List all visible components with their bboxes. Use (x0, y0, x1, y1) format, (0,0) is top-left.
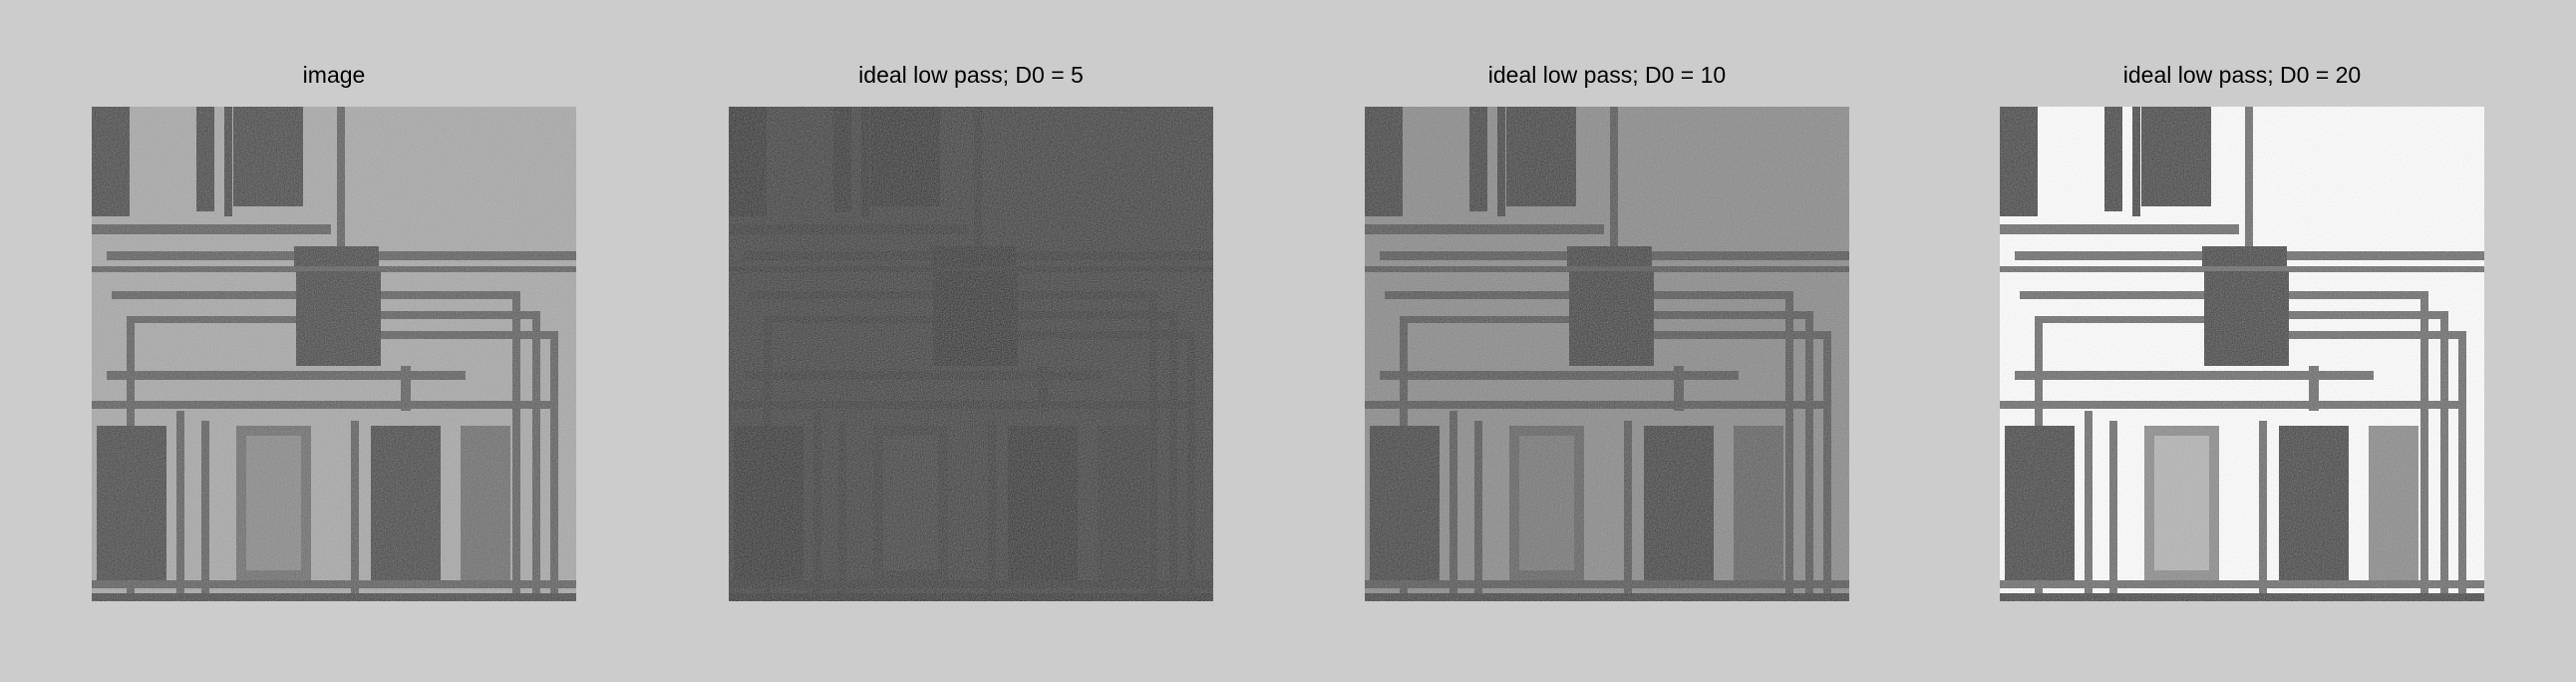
panel-title: ideal low pass; D0 = 20 (2122, 62, 2362, 88)
panel-title: ideal low pass; D0 = 10 (1487, 62, 1727, 88)
circuit-image-lowpass-d0-20 (2000, 107, 2484, 601)
circuit-image-lowpass-d0-5 (729, 107, 1213, 601)
panel-lowpass-d0-20: ideal low pass; D0 = 20 (2000, 0, 2484, 682)
circuit-image-lowpass-d0-10 (1365, 107, 1849, 601)
panel-title: image (302, 62, 366, 88)
panel-original: image (92, 0, 576, 682)
panel-lowpass-d0-5: ideal low pass; D0 = 5 (729, 0, 1213, 682)
panel-title: ideal low pass; D0 = 5 (858, 62, 1084, 88)
circuit-image-original (92, 107, 576, 601)
panel-lowpass-d0-10: ideal low pass; D0 = 10 (1365, 0, 1849, 682)
